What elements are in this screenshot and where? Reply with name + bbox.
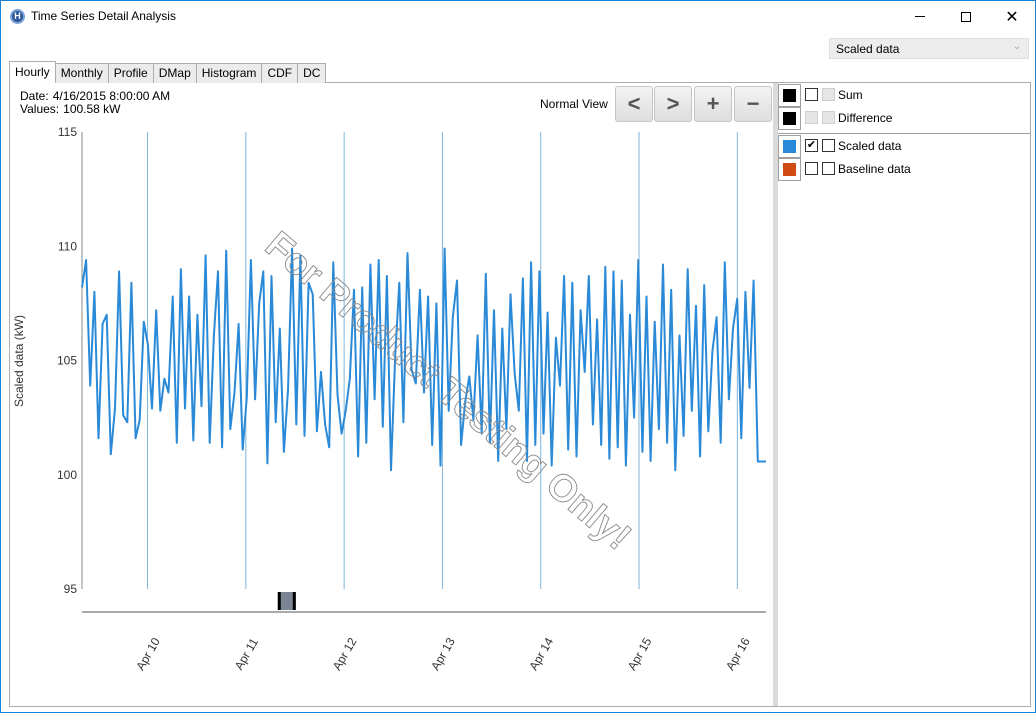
legend-label-scaled-data: Scaled data <box>838 139 902 153</box>
checkbox-baseline-data-show[interactable] <box>805 162 818 175</box>
checkbox-difference-show <box>805 111 818 124</box>
checkbox-sum-secondary <box>822 88 835 101</box>
y-tick-label: 100 <box>57 468 77 482</box>
color-swatch <box>783 140 796 153</box>
y-tick-label: 95 <box>64 582 78 596</box>
legend-divider <box>778 133 1030 134</box>
close-icon: ✕ <box>1005 6 1019 26</box>
color-picker-sum[interactable] <box>778 84 801 107</box>
minimize-button[interactable] <box>897 1 943 32</box>
color-picker-baseline-data[interactable] <box>778 158 801 181</box>
x-tick-label: Apr 15 <box>625 635 655 673</box>
tab-hourly[interactable]: Hourly <box>9 61 56 83</box>
legend-item-baseline-data: Baseline data <box>778 158 1030 181</box>
cursor-marker-edge <box>292 592 296 610</box>
legend-label-sum: Sum <box>838 88 863 102</box>
checkbox-scaled-data-show[interactable]: ✔ <box>805 139 818 152</box>
x-tick-label: Apr 16 <box>723 635 753 673</box>
color-swatch <box>783 89 796 102</box>
checkbox-sum-show[interactable] <box>805 88 818 101</box>
watermark-text: For Product Testing Only! <box>257 224 639 558</box>
checkbox-baseline-data-secondary[interactable] <box>822 162 835 175</box>
color-picker-scaled-data[interactable] <box>778 135 801 158</box>
panel-bottom-border <box>9 706 1031 707</box>
y-tick-labels: 95 100 105 110 115 <box>57 125 77 596</box>
series-dropdown-value: Scaled data <box>836 42 900 56</box>
legend-item-sum: Sum <box>778 84 1030 107</box>
chevron-down-icon: ⌄ <box>1012 41 1021 52</box>
legend-label-baseline-data: Baseline data <box>838 162 911 176</box>
color-swatch <box>783 163 796 176</box>
chart: 95100105110115 Scaled data (kW) Apr 10 Ap… <box>12 125 766 673</box>
legend-item-difference: Difference <box>778 107 1030 130</box>
y-tick-label: 110 <box>58 239 77 253</box>
x-tick-label: Apr 10 <box>133 635 163 673</box>
checkbox-scaled-data-secondary[interactable] <box>822 139 835 152</box>
maximize-icon <box>961 11 971 22</box>
series-dropdown[interactable]: Scaled data ⌄ <box>829 38 1029 59</box>
legend-panel: Sum Difference ✔ Scaled data Baseline da… <box>778 83 1030 706</box>
x-tick-label: Apr 11 <box>232 635 262 672</box>
maximize-button[interactable] <box>943 1 989 32</box>
x-tick-label: Apr 14 <box>526 635 556 673</box>
minimize-icon <box>915 16 925 17</box>
x-tick-label: Apr 12 <box>330 635 360 673</box>
y-axis-title: Scaled data (kW) <box>12 315 26 407</box>
cursor-marker[interactable] <box>277 592 296 610</box>
x-tick-labels: Apr 10 Apr 11 Apr 12 Apr 13 Apr 14 Apr 15 Apr … <box>133 635 753 673</box>
legend-label-difference: Difference <box>838 111 893 125</box>
close-button[interactable]: ✕ <box>989 1 1035 32</box>
y-tick-label: 115 <box>58 125 77 139</box>
color-picker-difference[interactable] <box>778 107 801 130</box>
checkbox-difference-secondary <box>822 111 835 124</box>
color-swatch <box>783 112 796 125</box>
x-tick-label: Apr 13 <box>428 635 458 673</box>
y-tick-label: 105 <box>57 354 77 368</box>
legend-item-scaled-data: ✔ Scaled data <box>778 135 1030 158</box>
cursor-marker-edge <box>277 592 281 610</box>
app-window: H Time Series Detail Analysis ✕ Scaled d… <box>0 0 1036 713</box>
